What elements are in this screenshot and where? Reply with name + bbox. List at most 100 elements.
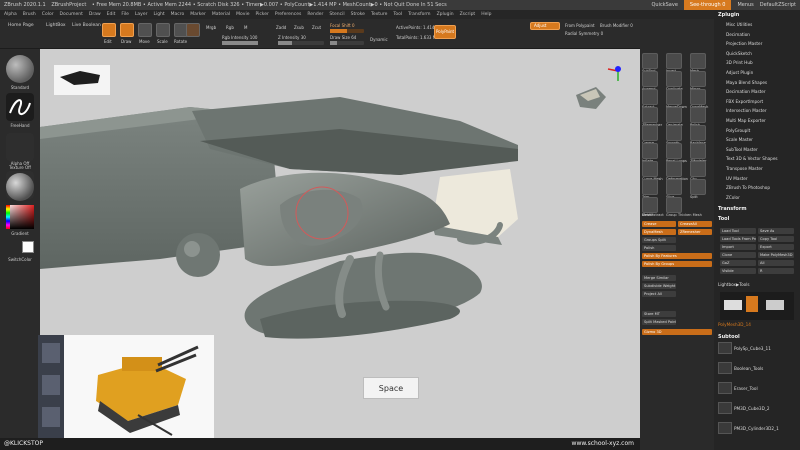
subtool-item[interactable]: PM3D_Cylinder3D2_1 [734,426,779,431]
home-page-button[interactable]: Home Page [8,23,34,28]
subtool-action-gizmo[interactable]: Gizmo 3D [642,329,712,335]
subtool-action-sub[interactable]: Subdivide Weight [642,283,676,289]
shelf-button[interactable] [690,89,706,105]
shelf-button[interactable] [642,107,658,123]
tool-button[interactable]: Load Tools From Project [720,236,756,242]
shelf-button[interactable] [666,197,682,213]
zplugin-item[interactable]: ZBrush To Photoshop [726,185,770,190]
switch-color-button[interactable]: SwitchColor [0,257,40,262]
menu-stroke[interactable]: Stroke [351,10,365,19]
tool-button[interactable]: All [758,260,794,266]
menu-transform[interactable]: Transform [408,10,430,19]
shelf-button[interactable] [666,53,682,69]
subtool-action-store[interactable]: Store MT [642,311,676,317]
tool-thumb-3[interactable] [766,300,784,310]
z-intensity-slider[interactable] [278,41,324,45]
hue-strip[interactable] [6,205,10,229]
menu-movie[interactable]: Movie [236,10,249,19]
rgb-intensity-slider[interactable] [222,41,258,45]
subtool-action-project[interactable]: Project All [642,291,676,297]
material-swatch[interactable] [186,23,200,37]
zplugin-item[interactable]: Transpose Master [726,166,763,171]
shelf-button[interactable] [690,143,706,159]
subtool-thumbnail[interactable] [718,402,732,414]
zplugin-item[interactable]: Intersection Master [726,108,767,113]
subtool-action-polish-features[interactable]: Polish By Features [642,253,712,259]
shelf-button[interactable] [690,179,706,195]
zadd-button[interactable]: Zadd [276,25,286,30]
see-through-slider[interactable]: See-through 0 [683,0,732,10]
zplugin-item[interactable]: ZColor [726,195,740,200]
shelf-button[interactable] [642,197,658,213]
shelf-button[interactable] [666,125,682,141]
shelf-button[interactable] [666,89,682,105]
zplugin-item[interactable]: Text 3D & Vector Shapes [726,156,778,161]
subtool-action-merge[interactable]: Merge Similar [642,275,676,281]
menu-document[interactable]: Document [60,10,83,19]
shelf-button[interactable] [642,71,658,87]
shelf-button[interactable] [642,161,658,177]
draw-size-slider[interactable] [330,41,364,45]
edit-mode-button[interactable] [102,23,116,37]
menu-brush[interactable]: Brush [23,10,36,19]
zplugin-item[interactable]: PolyGroupIt [726,128,750,133]
lightbox-button[interactable]: LightBox [46,23,66,28]
zplugin-item[interactable]: SubTool Master [726,147,758,152]
zplugin-header[interactable]: Zplugin [718,12,739,18]
shelf-button[interactable] [666,71,682,87]
dynamic-button[interactable]: Dynamic [370,37,388,42]
menu-light[interactable]: Light [153,10,164,19]
shelf-button[interactable] [642,125,658,141]
zsub-button[interactable]: Zsub [294,25,304,30]
subtool-header[interactable]: Subtool [718,334,740,340]
tool-button[interactable]: Visible [720,268,756,274]
subtool-action-zremesher[interactable]: ZRemesher [678,229,712,235]
zplugin-item[interactable]: UV Master [726,176,748,181]
menu-tool[interactable]: Tool [393,10,402,19]
menu-texture[interactable]: Texture [371,10,387,19]
menu-draw[interactable]: Draw [89,10,101,19]
zplugin-item[interactable]: Misc Utilities [726,22,752,27]
rgb-button[interactable]: Rgb [226,25,234,30]
menu-layer[interactable]: Layer [135,10,148,19]
scale-mode-button[interactable] [156,23,170,37]
menu-edit[interactable]: Edit [107,10,116,19]
zplugin-item[interactable]: Maya Blend Shapes [726,80,767,85]
subtool-action-polish-groups[interactable]: Polish By Groups [642,261,712,267]
subtool-thumbnail[interactable] [718,422,732,434]
tool-button[interactable]: Load Tool [720,228,756,234]
tool-button[interactable]: Clone [720,252,756,258]
tool-button[interactable]: Export [758,244,794,250]
menu-help[interactable]: Help [481,10,491,19]
menu-alpha[interactable]: Alpha [4,10,17,19]
lightbox-tools-button[interactable]: Lightbox▶Tools [718,282,750,287]
quicksave-button[interactable]: QuickSave [651,0,677,10]
tool-button[interactable]: Save As [758,228,794,234]
zplugin-item[interactable]: Decimation Master [726,89,766,94]
live-boolean-button[interactable]: Live Boolean [72,23,101,28]
shelf-button[interactable] [690,125,706,141]
shelf-button[interactable] [666,107,682,123]
tool-button[interactable]: Make PolyMesh3D [758,252,794,258]
shelf-button[interactable] [642,89,658,105]
subtool-action-polish[interactable]: Polish [642,245,676,251]
move-mode-button[interactable] [138,23,152,37]
stroke-thumbnail[interactable] [6,93,34,121]
zplugin-item[interactable]: Multi Map Exporter [726,118,766,123]
tool-button[interactable]: Copy Tool [758,236,794,242]
secondary-color-swatch[interactable] [22,241,34,253]
m-button[interactable]: M [244,25,247,30]
menus-toggle[interactable]: Menus [737,0,753,10]
shelf-button[interactable] [666,143,682,159]
menu-preferences[interactable]: Preferences [275,10,301,19]
shelf-button[interactable] [642,143,658,159]
zplugin-item[interactable]: Decimation [726,32,750,37]
shelf-button[interactable] [690,107,706,123]
subtool-action-crease[interactable]: Crease [642,221,676,227]
zcut-button[interactable]: Zcut [312,25,321,30]
transform-header[interactable]: Transform [718,206,747,212]
subtool-action-dynamesh[interactable]: DynaMesh [642,229,676,235]
zplugin-item[interactable]: Projection Master [726,41,762,46]
brush-thumbnail[interactable] [6,55,34,83]
shelf-button[interactable] [666,179,682,195]
